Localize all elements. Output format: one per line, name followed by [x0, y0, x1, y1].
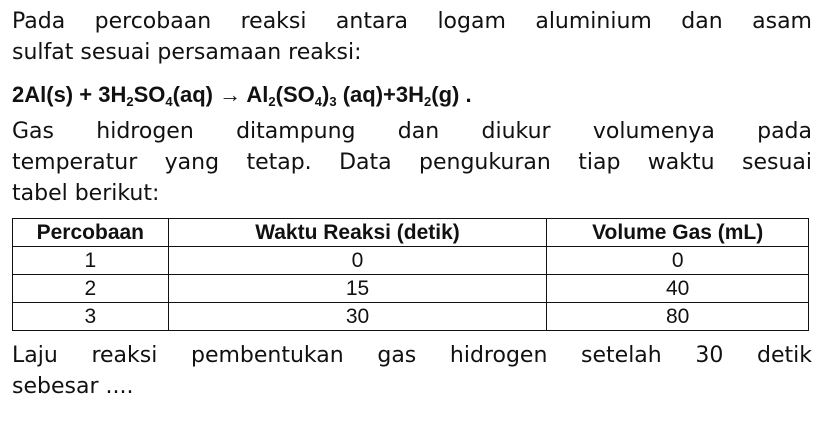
cell-volume: 80 [546, 302, 809, 331]
eq-sub-3: 3 [329, 94, 337, 109]
cell-percobaan: 1 [12, 246, 169, 275]
eq-arrow: → [219, 82, 242, 107]
header-waktu-reaksi: Waktu Reaksi (detik) [167, 218, 548, 247]
intro-line-1: Pada percobaan reaksi antara logam alumi… [12, 9, 812, 34]
cell-waktu: 0 [167, 246, 548, 275]
eq-sub-2b: 2 [268, 94, 276, 109]
table-row: 1 0 0 [12, 246, 809, 275]
eq-sub-4a: 4 [165, 94, 173, 109]
eq-sub-4b: 4 [314, 94, 322, 109]
eq-state-g: (g) [431, 82, 460, 107]
reaction-equation: 2Al(s) + 3H2SO4(aq) → Al2(SO4)3 (aq)+3H2… [12, 78, 812, 112]
eq-state-aq-2: (aq) [342, 82, 384, 107]
eq-al2: Al [246, 82, 269, 107]
eq-so-b: SO [282, 82, 315, 107]
header-percobaan: Percobaan [12, 218, 169, 247]
measurement-table: Percobaan Waktu Reaksi (detik) Volume Ga… [12, 218, 809, 331]
eq-plus-1: + [79, 82, 93, 107]
problem-page: Pada percobaan reaksi antara logam alumi… [12, 6, 812, 402]
eq-period: . [465, 82, 472, 107]
intro-line-2: sulfat sesuai persamaan reaksi: [12, 40, 362, 65]
table-header-row: Percobaan Waktu Reaksi (detik) Volume Ga… [12, 218, 809, 247]
cell-waktu: 15 [167, 274, 548, 303]
eq-plus-2: + [383, 82, 396, 107]
eq-state-aq-1: (aq) [172, 82, 213, 107]
eq-h-b: H [408, 82, 425, 107]
table-row: 3 30 80 [12, 302, 809, 331]
cell-volume: 0 [546, 246, 809, 275]
eq-state-s: (s) [46, 82, 74, 107]
eq-so: SO [133, 82, 166, 107]
cell-volume: 40 [546, 274, 809, 303]
eq-sub-2a: 2 [126, 94, 134, 109]
description-line-2: temperatur yang tetap. Data pengukuran t… [12, 150, 812, 175]
eq-paren-open: ( [275, 82, 283, 107]
description-line-3: tabel berikut: [12, 181, 160, 206]
eq-al: Al [24, 82, 47, 107]
question-line-2: sebesar .... [12, 374, 134, 399]
cell-percobaan: 2 [12, 274, 169, 303]
cell-percobaan: 3 [12, 302, 169, 331]
eq-coef-h2: 3 [395, 82, 409, 107]
question-line-1: Laju reaksi pembentukan gas hidrogen set… [12, 343, 812, 368]
eq-coef-h2so4: 3 [98, 82, 111, 107]
description-line-1: Gas hidrogen ditampung dan diukur volume… [12, 119, 812, 144]
eq-coef-al: 2 [12, 82, 25, 107]
header-volume-gas: Volume Gas (mL) [546, 218, 809, 247]
eq-h: H [110, 82, 127, 107]
cell-waktu: 30 [167, 302, 548, 331]
table-row: 2 15 40 [12, 274, 809, 303]
